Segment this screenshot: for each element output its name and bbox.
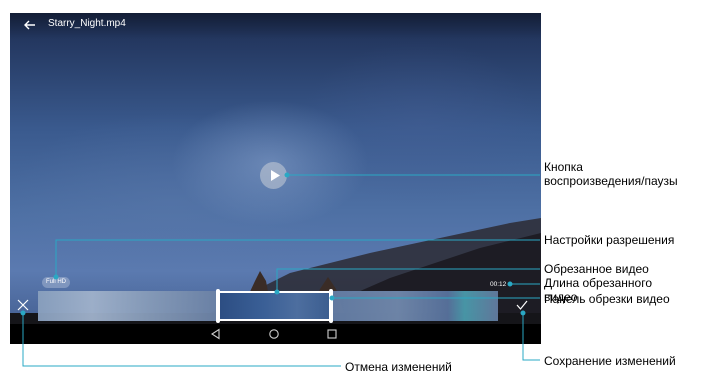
callout-trimmed-length-line1: Длина обрезанного <box>544 276 652 290</box>
callout-play-pause: Кнопка воспроизведения/паузы <box>544 160 678 188</box>
callout-resolution: Настройки разрешения <box>544 233 675 247</box>
callout-play-pause-line1: Кнопка <box>544 160 583 174</box>
callout-play-pause-line2: воспроизведения/паузы <box>544 174 678 188</box>
callout-trim-panel: Панель обрезки видео <box>544 292 670 306</box>
callout-save: Сохранение изменений <box>544 354 676 368</box>
callout-trimmed-video: Обрезанное видео <box>544 262 649 276</box>
callout-cancel: Отмена изменений <box>345 360 452 374</box>
